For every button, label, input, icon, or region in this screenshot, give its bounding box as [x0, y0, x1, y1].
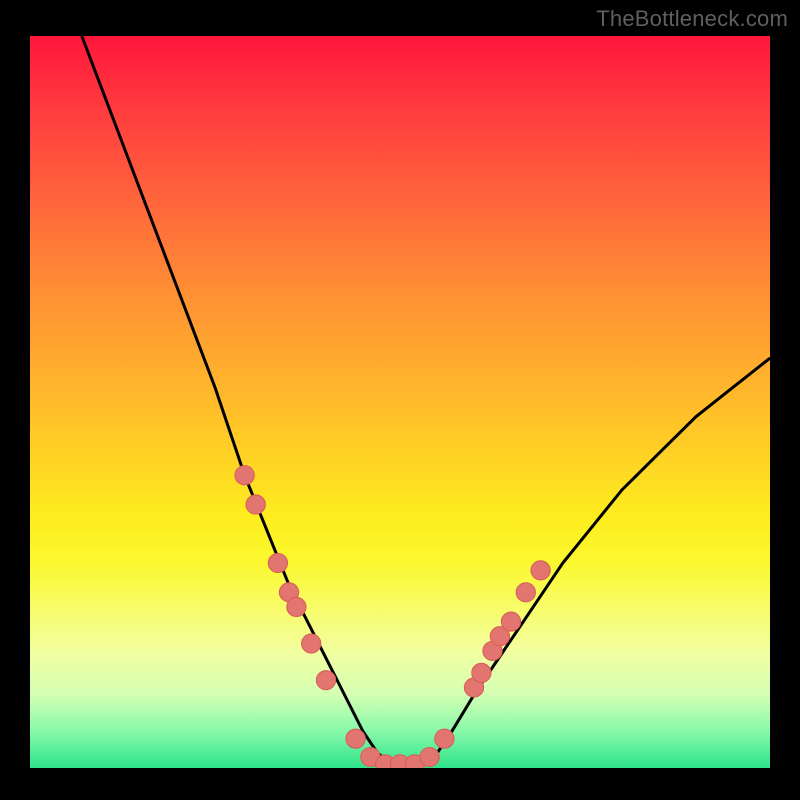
- chart-frame: TheBottleneck.com: [0, 0, 800, 800]
- plot-area: [30, 36, 770, 768]
- highlight-markers: [235, 466, 550, 768]
- attribution-label: TheBottleneck.com: [596, 6, 788, 32]
- bottleneck-curve: [82, 36, 770, 764]
- bottleneck-curve-svg: [30, 36, 770, 768]
